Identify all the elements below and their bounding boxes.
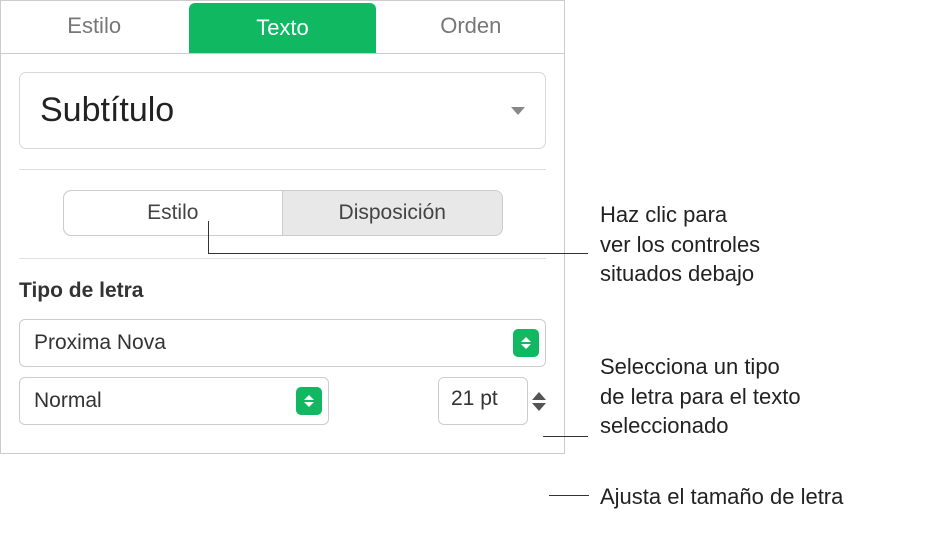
font-family-value: Proxima Nova [34, 331, 166, 355]
callout-segment: Haz clic para ver los controles situados… [600, 200, 760, 289]
text-subpanel-segment: Estilo Disposición [63, 190, 503, 236]
callout-line [543, 436, 588, 437]
font-section-label: Tipo de letra [19, 279, 546, 303]
paragraph-style-select[interactable]: Subtítulo [19, 72, 546, 149]
divider [19, 258, 546, 259]
format-panel: Estilo Texto Orden Subtítulo Estilo Disp… [0, 0, 565, 454]
panel-tabs: Estilo Texto Orden [1, 1, 564, 54]
callout-line [549, 495, 589, 496]
stepper-up-icon[interactable] [532, 392, 546, 400]
callout-font-family: Selecciona un tipo de letra para el text… [600, 352, 801, 441]
stepper-buttons [532, 377, 546, 425]
tab-text[interactable]: Texto [189, 3, 375, 53]
tab-style[interactable]: Estilo [1, 1, 187, 53]
callout-font-size: Ajusta el tamaño de letra [600, 482, 843, 512]
paragraph-style-value: Subtítulo [40, 91, 174, 130]
segment-layout[interactable]: Disposición [283, 191, 502, 235]
segment-style[interactable]: Estilo [64, 191, 284, 235]
font-family-select[interactable]: Proxima Nova [19, 319, 546, 367]
tab-order[interactable]: Orden [378, 1, 564, 53]
font-weight-value: Normal [34, 389, 102, 413]
font-weight-select[interactable]: Normal [19, 377, 329, 425]
font-size-stepper: 21 pt [438, 377, 546, 425]
updown-icon [296, 387, 322, 415]
callout-line [208, 253, 588, 254]
font-size-input[interactable]: 21 pt [438, 377, 528, 425]
divider [19, 169, 546, 170]
stepper-down-icon[interactable] [532, 403, 546, 411]
chevron-down-icon [511, 107, 525, 115]
callout-line [208, 221, 209, 253]
updown-icon [513, 329, 539, 357]
